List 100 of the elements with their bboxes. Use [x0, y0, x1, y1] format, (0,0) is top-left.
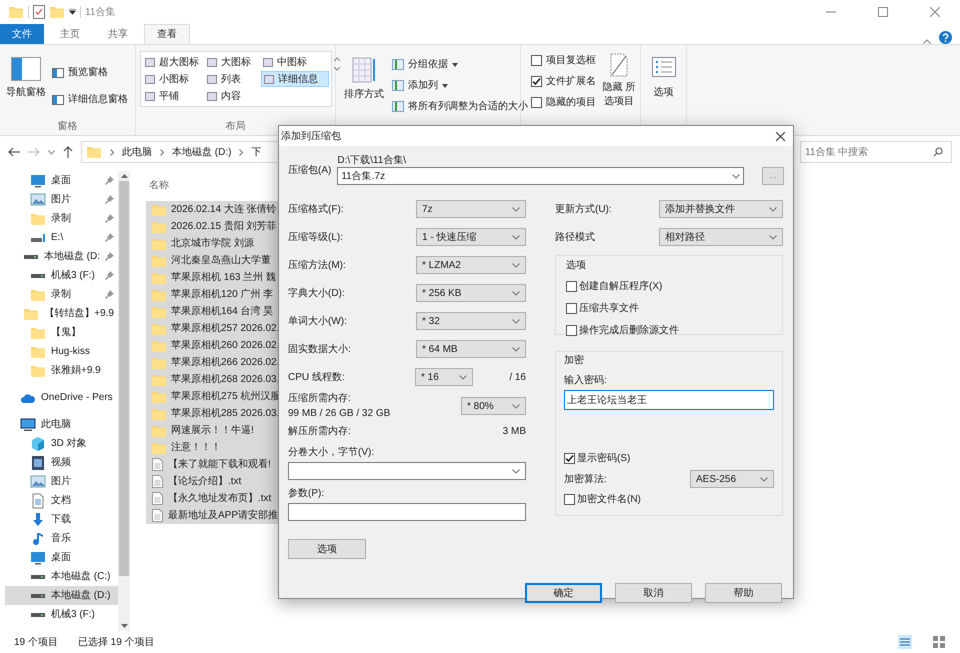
- dropdown[interactable]: AES-256: [690, 470, 774, 488]
- scrollbar-thumb[interactable]: [119, 181, 129, 576]
- checkbox[interactable]: [566, 325, 577, 336]
- dropdown-arrow-icon[interactable]: [69, 9, 76, 15]
- back-arrow-icon[interactable]: [8, 147, 20, 157]
- checkbox-label[interactable]: 文件扩展名: [546, 74, 596, 89]
- layout-option[interactable]: 内容: [205, 88, 261, 104]
- parameters-field[interactable]: [288, 503, 526, 521]
- nav-item[interactable]: 图片: [5, 472, 118, 491]
- dropdown[interactable]: * 256 KB: [416, 284, 526, 302]
- nav-item[interactable]: E:\: [5, 228, 118, 247]
- nav-item[interactable]: 【鬼】: [5, 323, 118, 342]
- sort-button[interactable]: 排序方式: [344, 53, 384, 102]
- nav-item[interactable]: 图片: [5, 190, 118, 209]
- nav-item[interactable]: 机械3 (F:): [5, 605, 118, 624]
- nav-item[interactable]: 桌面: [5, 548, 118, 567]
- breadcrumb[interactable]: 此电脑: [122, 144, 152, 160]
- nav-item[interactable]: 张雅娟+9.9: [5, 361, 118, 380]
- pane-button[interactable]: 详细信息窗格: [52, 92, 128, 107]
- help-icon[interactable]: [939, 31, 952, 44]
- nav-item[interactable]: 【转结盘】+9.9: [5, 304, 118, 323]
- nav-item[interactable]: 下载: [5, 510, 118, 529]
- hide-selected-button[interactable]: 隐藏 所选项目: [600, 53, 638, 109]
- dropdown[interactable]: 添加并替换文件: [659, 200, 783, 218]
- navigation-pane-button[interactable]: 导航窗格: [4, 57, 48, 100]
- dropdown-arrow-icon[interactable]: [442, 84, 448, 88]
- scroll-up-icon[interactable]: [334, 57, 340, 62]
- dialog-button[interactable]: 取消: [615, 583, 692, 603]
- details-view-icon[interactable]: [898, 635, 912, 649]
- checkbox-label[interactable]: 操作完成后删除源文件: [579, 323, 679, 338]
- dropdown[interactable]: 1 - 快速压缩: [416, 228, 526, 246]
- view-button[interactable]: 添加列: [392, 78, 528, 93]
- ribbon-tab[interactable]: 主页: [48, 24, 92, 44]
- nav-item[interactable]: 视频: [5, 453, 118, 472]
- layout-option[interactable]: 大图标: [205, 54, 261, 70]
- recent-dropdown-icon[interactable]: [48, 150, 55, 154]
- nav-item[interactable]: 桌面: [5, 171, 118, 190]
- chevron-right-icon[interactable]: [160, 148, 164, 156]
- layout-option[interactable]: 中图标: [261, 54, 329, 70]
- column-header[interactable]: 名称: [149, 178, 169, 193]
- dropdown[interactable]: * 80%: [461, 397, 526, 415]
- layout-option[interactable]: 小图标: [143, 71, 205, 87]
- dropdown-arrow-icon[interactable]: [452, 62, 458, 66]
- layout-option[interactable]: 详细信息: [261, 71, 329, 87]
- layout-option[interactable]: 平铺: [143, 88, 205, 104]
- maximize-icon[interactable]: [878, 7, 888, 17]
- nav-item[interactable]: 文档: [5, 491, 118, 510]
- nav-item[interactable]: Hug-kiss: [5, 342, 118, 361]
- dropdown[interactable]: 相对路径: [659, 228, 783, 246]
- nav-item[interactable]: 此电脑: [5, 415, 118, 434]
- checkbox-label[interactable]: 隐藏的项目: [546, 95, 596, 110]
- checkbox[interactable]: [564, 453, 575, 464]
- checkbox[interactable]: [531, 97, 542, 108]
- close-icon[interactable]: [776, 132, 785, 140]
- checkbox-label[interactable]: 创建自解压程序(X): [579, 279, 662, 294]
- nav-item[interactable]: 录制: [5, 285, 118, 304]
- dropdown[interactable]: * 16: [415, 368, 473, 386]
- chevron-right-icon[interactable]: [239, 148, 244, 156]
- view-button[interactable]: 分组依据: [392, 57, 528, 72]
- checkbox-label[interactable]: 项目复选框: [546, 53, 596, 68]
- large-icons-view-icon[interactable]: [932, 635, 946, 649]
- ribbon-tab[interactable]: 文件: [0, 24, 44, 44]
- password-field[interactable]: 上老王论坛当老王: [564, 390, 774, 410]
- nav-item[interactable]: 本地磁盘 (D:: [5, 247, 118, 266]
- checkbox[interactable]: [531, 76, 542, 87]
- collapse-caret-icon[interactable]: [923, 39, 931, 44]
- dropdown[interactable]: 7z: [416, 200, 526, 218]
- scroll-down-icon[interactable]: [334, 66, 340, 71]
- chevron-right-icon[interactable]: [110, 148, 114, 156]
- nav-item[interactable]: 3D 对象: [5, 434, 118, 453]
- nav-item[interactable]: 录制: [5, 209, 118, 228]
- pane-button[interactable]: 预览窗格: [52, 65, 128, 80]
- checkbox[interactable]: [531, 55, 542, 66]
- checkbox-label[interactable]: 压缩共享文件: [579, 301, 639, 316]
- ribbon-tab[interactable]: 共享: [96, 24, 140, 44]
- nav-item[interactable]: 本地磁盘 (C:): [5, 567, 118, 586]
- checkbox[interactable]: [566, 303, 577, 314]
- dropdown[interactable]: * 64 MB: [416, 340, 526, 358]
- breadcrumb[interactable]: 本地磁盘 (D:): [172, 144, 232, 160]
- ribbon-tab[interactable]: 查看: [144, 24, 190, 44]
- search-field[interactable]: 11合集 中搜索: [800, 141, 952, 163]
- dialog-button[interactable]: 帮助: [705, 583, 782, 603]
- nav-item[interactable]: 音乐: [5, 529, 118, 548]
- scrollbar[interactable]: [118, 171, 130, 631]
- options-button[interactable]: 选项: [288, 539, 366, 559]
- nav-item[interactable]: 机械3 (F:): [5, 266, 118, 285]
- up-arrow-icon[interactable]: [63, 146, 73, 158]
- layout-option[interactable]: 超大图标: [143, 54, 205, 70]
- checkbox-label[interactable]: 显示密码(S): [577, 451, 630, 466]
- archive-name-combo[interactable]: 11合集.7z: [337, 167, 744, 185]
- checkbox-label[interactable]: 加密文件名(N): [577, 492, 641, 507]
- scroll-down-icon[interactable]: [120, 624, 128, 628]
- view-button[interactable]: 将所有列调整为合适的大小: [392, 99, 528, 114]
- dropdown[interactable]: * 32: [416, 312, 526, 330]
- checklist-icon[interactable]: [33, 5, 45, 19]
- options-button[interactable]: 选项: [652, 57, 676, 100]
- layout-option[interactable]: 列表: [205, 71, 261, 87]
- dropdown[interactable]: * LZMA2: [416, 256, 526, 274]
- checkbox[interactable]: [564, 494, 575, 505]
- breadcrumb[interactable]: 下: [251, 144, 262, 160]
